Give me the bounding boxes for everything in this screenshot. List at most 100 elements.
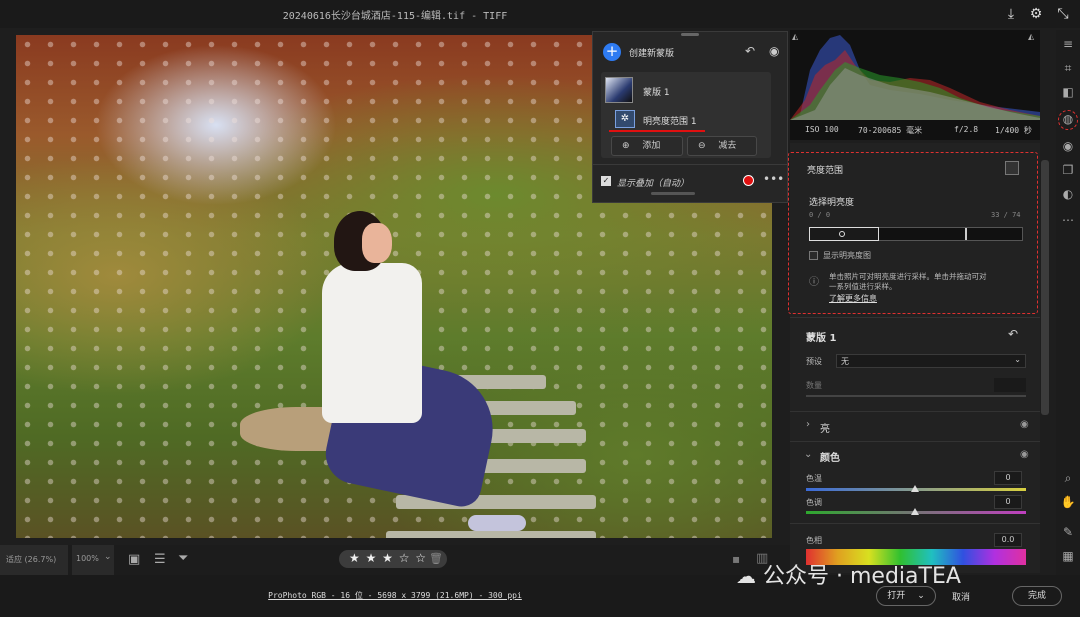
- presets-icon[interactable]: ❐: [1060, 162, 1076, 178]
- exif-iso: ISO 100: [805, 125, 839, 134]
- mask-thumbnail[interactable]: [605, 77, 633, 103]
- zoom-icon[interactable]: ⌕: [1060, 470, 1076, 486]
- zoom-100-box[interactable]: 100% ⌄: [72, 545, 114, 575]
- mask-list: 蒙版 1 ✲ 明亮度范围 1 ⊕ 添加 ⊖ 减去: [601, 72, 771, 158]
- range-right-values: 33 / 74: [991, 211, 1021, 219]
- range-right-handle[interactable]: [965, 228, 967, 240]
- show-map-checkbox[interactable]: [809, 251, 818, 260]
- filter-icon[interactable]: ⏷: [178, 551, 188, 566]
- save-icon[interactable]: ⤓: [1002, 5, 1020, 23]
- luminance-range-icon[interactable]: ✲: [615, 110, 635, 128]
- luminance-title: 亮度范围: [807, 166, 844, 176]
- highlight-clip-icon[interactable]: ◭: [1028, 32, 1034, 41]
- cancel-button[interactable]: 取消: [952, 590, 970, 603]
- range-left-values: 0 / 0: [809, 211, 831, 219]
- add-icon: ⊕: [622, 141, 630, 151]
- subtract-icon: ⊖: [698, 141, 706, 151]
- watermark: ☁ 公众号 · mediaTEA: [736, 558, 961, 590]
- tint-label: 色调: [806, 498, 822, 507]
- undo-icon[interactable]: ↶: [745, 44, 755, 58]
- component-name[interactable]: 明亮度范围 1: [643, 114, 697, 127]
- tint-value[interactable]: 0: [994, 495, 1022, 509]
- sort-icon[interactable]: ☰: [154, 552, 166, 567]
- exif-lens: 70-200685 毫米: [858, 126, 923, 135]
- show-map-label: 显示明亮度图: [823, 251, 871, 260]
- amount-slider[interactable]: [806, 395, 1026, 397]
- add-button[interactable]: ⊕ 添加: [611, 136, 683, 156]
- hue-label: 色相: [806, 536, 822, 545]
- mask-name[interactable]: 蒙版 1: [643, 85, 670, 98]
- plus-icon[interactable]: +: [603, 43, 621, 61]
- grid-icon[interactable]: ▦: [1060, 548, 1076, 564]
- amount-label: 数量: [806, 381, 822, 390]
- exif-bar: ISO 100 70-200685 毫米 f/2.8 1/400 秒: [790, 120, 1040, 140]
- tint-slider-thumb[interactable]: [911, 508, 919, 515]
- overlay-checkbox[interactable]: ✓: [601, 176, 611, 186]
- shadow-clip-icon[interactable]: ◭: [792, 32, 798, 41]
- collapse-color-icon[interactable]: ⌄: [804, 449, 812, 460]
- hand-icon[interactable]: ✋: [1060, 494, 1076, 510]
- done-button[interactable]: 完成: [1012, 586, 1062, 606]
- title-bar: 20240616长沙台城酒店-115-编辑.tif - TIFF ⤓ ⚙ ⤡: [0, 0, 1080, 28]
- info-icon: ⓘ: [809, 277, 819, 288]
- zoom-100-label: 100%: [76, 554, 99, 563]
- overlay-label: 显示叠加（自动）: [617, 179, 690, 189]
- drag-handle[interactable]: [681, 33, 699, 36]
- zoom-fit-box[interactable]: 适应 (26.7%): [0, 545, 68, 575]
- create-mask-label[interactable]: 创建新蒙版: [629, 46, 674, 59]
- exif-shutter: 1/400 秒: [995, 126, 1032, 135]
- image-info-link[interactable]: ProPhoto RGB - 16 位 - 5698 x 3799 (21.6M…: [0, 590, 790, 601]
- edit-sliders-icon[interactable]: ≡: [1060, 36, 1076, 52]
- window-title: 20240616长沙台城酒店-115-编辑.tif - TIFF: [282, 11, 508, 22]
- sampler-icon[interactable]: ✎: [1060, 524, 1076, 540]
- snapshot-icon[interactable]: ◐: [1060, 186, 1076, 202]
- watermark-text: 公众号 · mediaTEA: [763, 564, 961, 589]
- invert-mask-icon[interactable]: [1005, 161, 1019, 175]
- panel-scrollbar[interactable]: [1041, 160, 1049, 415]
- trash-icon[interactable]: 🗑: [429, 552, 443, 565]
- range-center-handle[interactable]: [839, 231, 845, 237]
- divider: [593, 164, 787, 165]
- luminance-range-section: 亮度范围 选择明亮度 0 / 0 33 / 74 显示明亮度图 ⓘ 单击照片可对…: [788, 152, 1038, 314]
- reset-icon[interactable]: ↶: [1008, 327, 1018, 341]
- gear-icon[interactable]: ⚙: [1027, 5, 1045, 23]
- temp-value[interactable]: 0: [994, 471, 1022, 485]
- light-visibility-icon[interactable]: ◉: [1020, 419, 1029, 430]
- expand-light-icon[interactable]: ›: [806, 419, 810, 430]
- color-visibility-icon[interactable]: ◉: [1020, 449, 1029, 460]
- person-face: [362, 223, 392, 263]
- color-section-title[interactable]: 颜色: [820, 449, 840, 464]
- rating-bar: ★ ★ ★ ☆ ☆ 🗑: [339, 550, 447, 568]
- person-shoe: [468, 515, 526, 531]
- collapse-icon[interactable]: ⤡: [1054, 5, 1072, 23]
- crop-icon[interactable]: ⌗: [1060, 60, 1076, 76]
- amount-value[interactable]: [994, 378, 1026, 392]
- masks-panel: + 创建新蒙版 ↶ ◉ 蒙版 1 ✲ 明亮度范围 1 ⊕ 添加 ⊖ 减去 ✓ 显…: [592, 31, 788, 203]
- more-options-icon[interactable]: •••: [763, 172, 784, 186]
- compare-icon[interactable]: ▣: [128, 552, 140, 567]
- exif-aperture: f/2.8: [954, 125, 979, 134]
- tool-strip: ≡ ⌗ ◧ ◍ ◉ ❐ ◐ ⋯ ⌕ ✋ ✎ ▦: [1056, 30, 1080, 575]
- heal-icon[interactable]: ◧: [1060, 84, 1076, 100]
- temp-label: 色温: [806, 474, 822, 483]
- temp-slider-thumb[interactable]: [911, 485, 919, 492]
- selection-underline: [609, 130, 705, 132]
- learn-more-link[interactable]: 了解更多信息: [829, 293, 877, 304]
- preset-select[interactable]: 无 ⌄: [836, 354, 1026, 368]
- zoom-chevron-icon: ⌄: [104, 552, 112, 562]
- select-luminance-label: 选择明亮度: [809, 198, 855, 208]
- rating-stars[interactable]: ★ ★ ★ ☆ ☆: [349, 551, 427, 565]
- hue-value[interactable]: 0.0: [994, 533, 1022, 547]
- wechat-icon: ☁: [736, 564, 756, 588]
- subtract-button[interactable]: ⊖ 减去: [687, 136, 757, 156]
- resize-handle[interactable]: [651, 192, 695, 195]
- red-eye-icon[interactable]: ◉: [1060, 138, 1076, 154]
- histogram-graph: [790, 35, 1040, 120]
- chevron-down-icon: ⌄: [1014, 355, 1021, 364]
- light-section-title[interactable]: 亮: [820, 420, 830, 435]
- open-chevron-icon: ⌄: [917, 591, 925, 601]
- overlay-color-swatch[interactable]: [743, 175, 754, 186]
- masking-icon[interactable]: ◍: [1058, 110, 1078, 130]
- more-tools-icon[interactable]: ⋯: [1060, 212, 1076, 228]
- eye-icon[interactable]: ◉: [769, 44, 779, 58]
